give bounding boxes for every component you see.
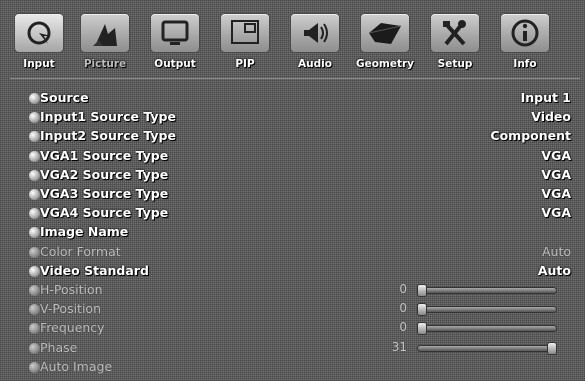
tab-input[interactable]: Input — [8, 14, 70, 74]
tab-label: Setup — [437, 58, 473, 70]
tab-output[interactable]: Output — [144, 14, 206, 74]
tab-label: PIP — [235, 58, 255, 70]
tab-label: Geometry — [355, 58, 415, 70]
speaker-icon — [291, 14, 339, 52]
setting-value: VGA — [541, 147, 571, 163]
tab-label: Audio — [298, 58, 332, 70]
bullet-icon — [29, 304, 40, 316]
setting-row[interactable]: Video Standard Auto — [0, 262, 585, 281]
setting-row: Color Format Auto — [0, 243, 585, 262]
setting-slider — [418, 342, 556, 354]
tab-label: Picture — [83, 58, 127, 70]
bullet-icon — [29, 246, 40, 258]
setting-row[interactable]: Image Name — [0, 223, 585, 242]
bullet-icon — [29, 93, 40, 104]
setting-label: Color Format — [40, 243, 121, 259]
bullet-icon — [29, 323, 40, 335]
setting-row[interactable]: VGA4 Source Type VGA — [0, 204, 585, 223]
cursor-icon — [15, 14, 63, 52]
setting-value: Component — [490, 128, 571, 144]
bullet-icon — [29, 361, 40, 373]
setting-row[interactable]: VGA3 Source Type VGA — [0, 185, 585, 204]
setting-label: Input1 Source Type — [40, 109, 176, 125]
bullet-icon — [29, 208, 40, 220]
bullet-icon — [29, 189, 40, 200]
setting-value: VGA — [541, 186, 571, 201]
setting-row: H-Position 0 — [0, 281, 585, 300]
setting-row: Frequency 0 — [0, 319, 585, 338]
setting-label: VGA4 Source Type — [40, 205, 169, 221]
setting-label: Auto Image — [40, 358, 113, 374]
bullet-icon — [29, 169, 40, 181]
slider-knob — [418, 323, 426, 335]
bullet-icon — [29, 227, 40, 239]
setting-value: Video — [531, 109, 571, 125]
setting-slider — [418, 304, 556, 316]
setting-value: Auto — [541, 243, 571, 259]
divider — [10, 78, 580, 79]
tab-setup[interactable]: Setup — [424, 14, 486, 74]
tab-pip[interactable]: PIP — [214, 14, 276, 74]
tab-label: Info — [513, 58, 537, 70]
setting-label: Source — [40, 90, 89, 105]
slider-knob — [418, 304, 426, 316]
bullet-icon — [29, 265, 40, 277]
setting-row[interactable]: VGA1 Source Type VGA — [0, 147, 585, 166]
tab-bar: Input Picture Output PIP Audio Geometry … — [8, 14, 580, 74]
picture-icon — [81, 14, 129, 52]
monitor-icon — [151, 14, 199, 52]
bullet-icon — [29, 150, 40, 162]
setting-row: V-Position 0 — [0, 300, 585, 319]
tab-picture[interactable]: Picture — [74, 14, 136, 74]
slider-track — [418, 345, 556, 351]
setting-label: VGA2 Source Type — [40, 166, 169, 182]
tab-label: Input — [23, 58, 55, 70]
setting-number: 31 — [391, 339, 407, 354]
bullet-icon — [29, 112, 40, 124]
slider-knob — [548, 342, 556, 354]
setting-label: VGA1 Source Type — [40, 147, 169, 163]
tab-geometry[interactable]: Geometry — [354, 14, 416, 74]
setting-value: VGA — [541, 205, 571, 221]
setting-label: H-Position — [40, 282, 103, 297]
slider-track — [418, 307, 556, 313]
setting-row[interactable]: Input2 Source Type Component — [0, 127, 585, 146]
setting-number: 0 — [399, 301, 407, 316]
setting-label: Video Standard — [40, 262, 149, 278]
setting-row[interactable]: VGA2 Source Type VGA — [0, 166, 585, 185]
setting-number: 0 — [399, 320, 407, 335]
setting-value: Input 1 — [520, 90, 571, 105]
osd-menu: Input Picture Output PIP Audio Geometry … — [0, 0, 585, 381]
tab-audio[interactable]: Audio — [284, 14, 346, 74]
setting-label: V-Position — [40, 301, 101, 317]
bullet-icon — [29, 131, 40, 143]
setting-row[interactable]: Input1 Source Type Video — [0, 108, 585, 127]
tab-info[interactable]: Info — [494, 14, 556, 74]
setting-row[interactable]: Source Input 1 — [0, 89, 585, 108]
setting-label: Phase — [40, 339, 78, 355]
setting-label: Input2 Source Type — [40, 128, 176, 144]
setting-row: Auto Image — [0, 358, 585, 377]
slider-track — [418, 326, 556, 332]
setting-number: 0 — [399, 282, 407, 296]
geometry-icon — [361, 14, 409, 52]
slider-knob — [418, 285, 426, 296]
setting-value: VGA — [541, 166, 571, 182]
slider-track — [418, 288, 556, 293]
setting-row: Phase 31 — [0, 339, 585, 358]
setting-slider — [418, 285, 556, 296]
bullet-icon — [29, 285, 40, 296]
tools-icon — [431, 14, 479, 52]
info-icon — [501, 14, 549, 52]
setting-label: Frequency — [40, 320, 105, 336]
tab-label: Output — [154, 58, 196, 70]
setting-slider — [418, 323, 556, 335]
setting-value: Auto — [537, 262, 571, 278]
setting-label: Image Name — [40, 224, 129, 240]
bullet-icon — [29, 342, 40, 354]
setting-label: VGA3 Source Type — [40, 186, 169, 201]
pip-icon — [221, 14, 269, 52]
